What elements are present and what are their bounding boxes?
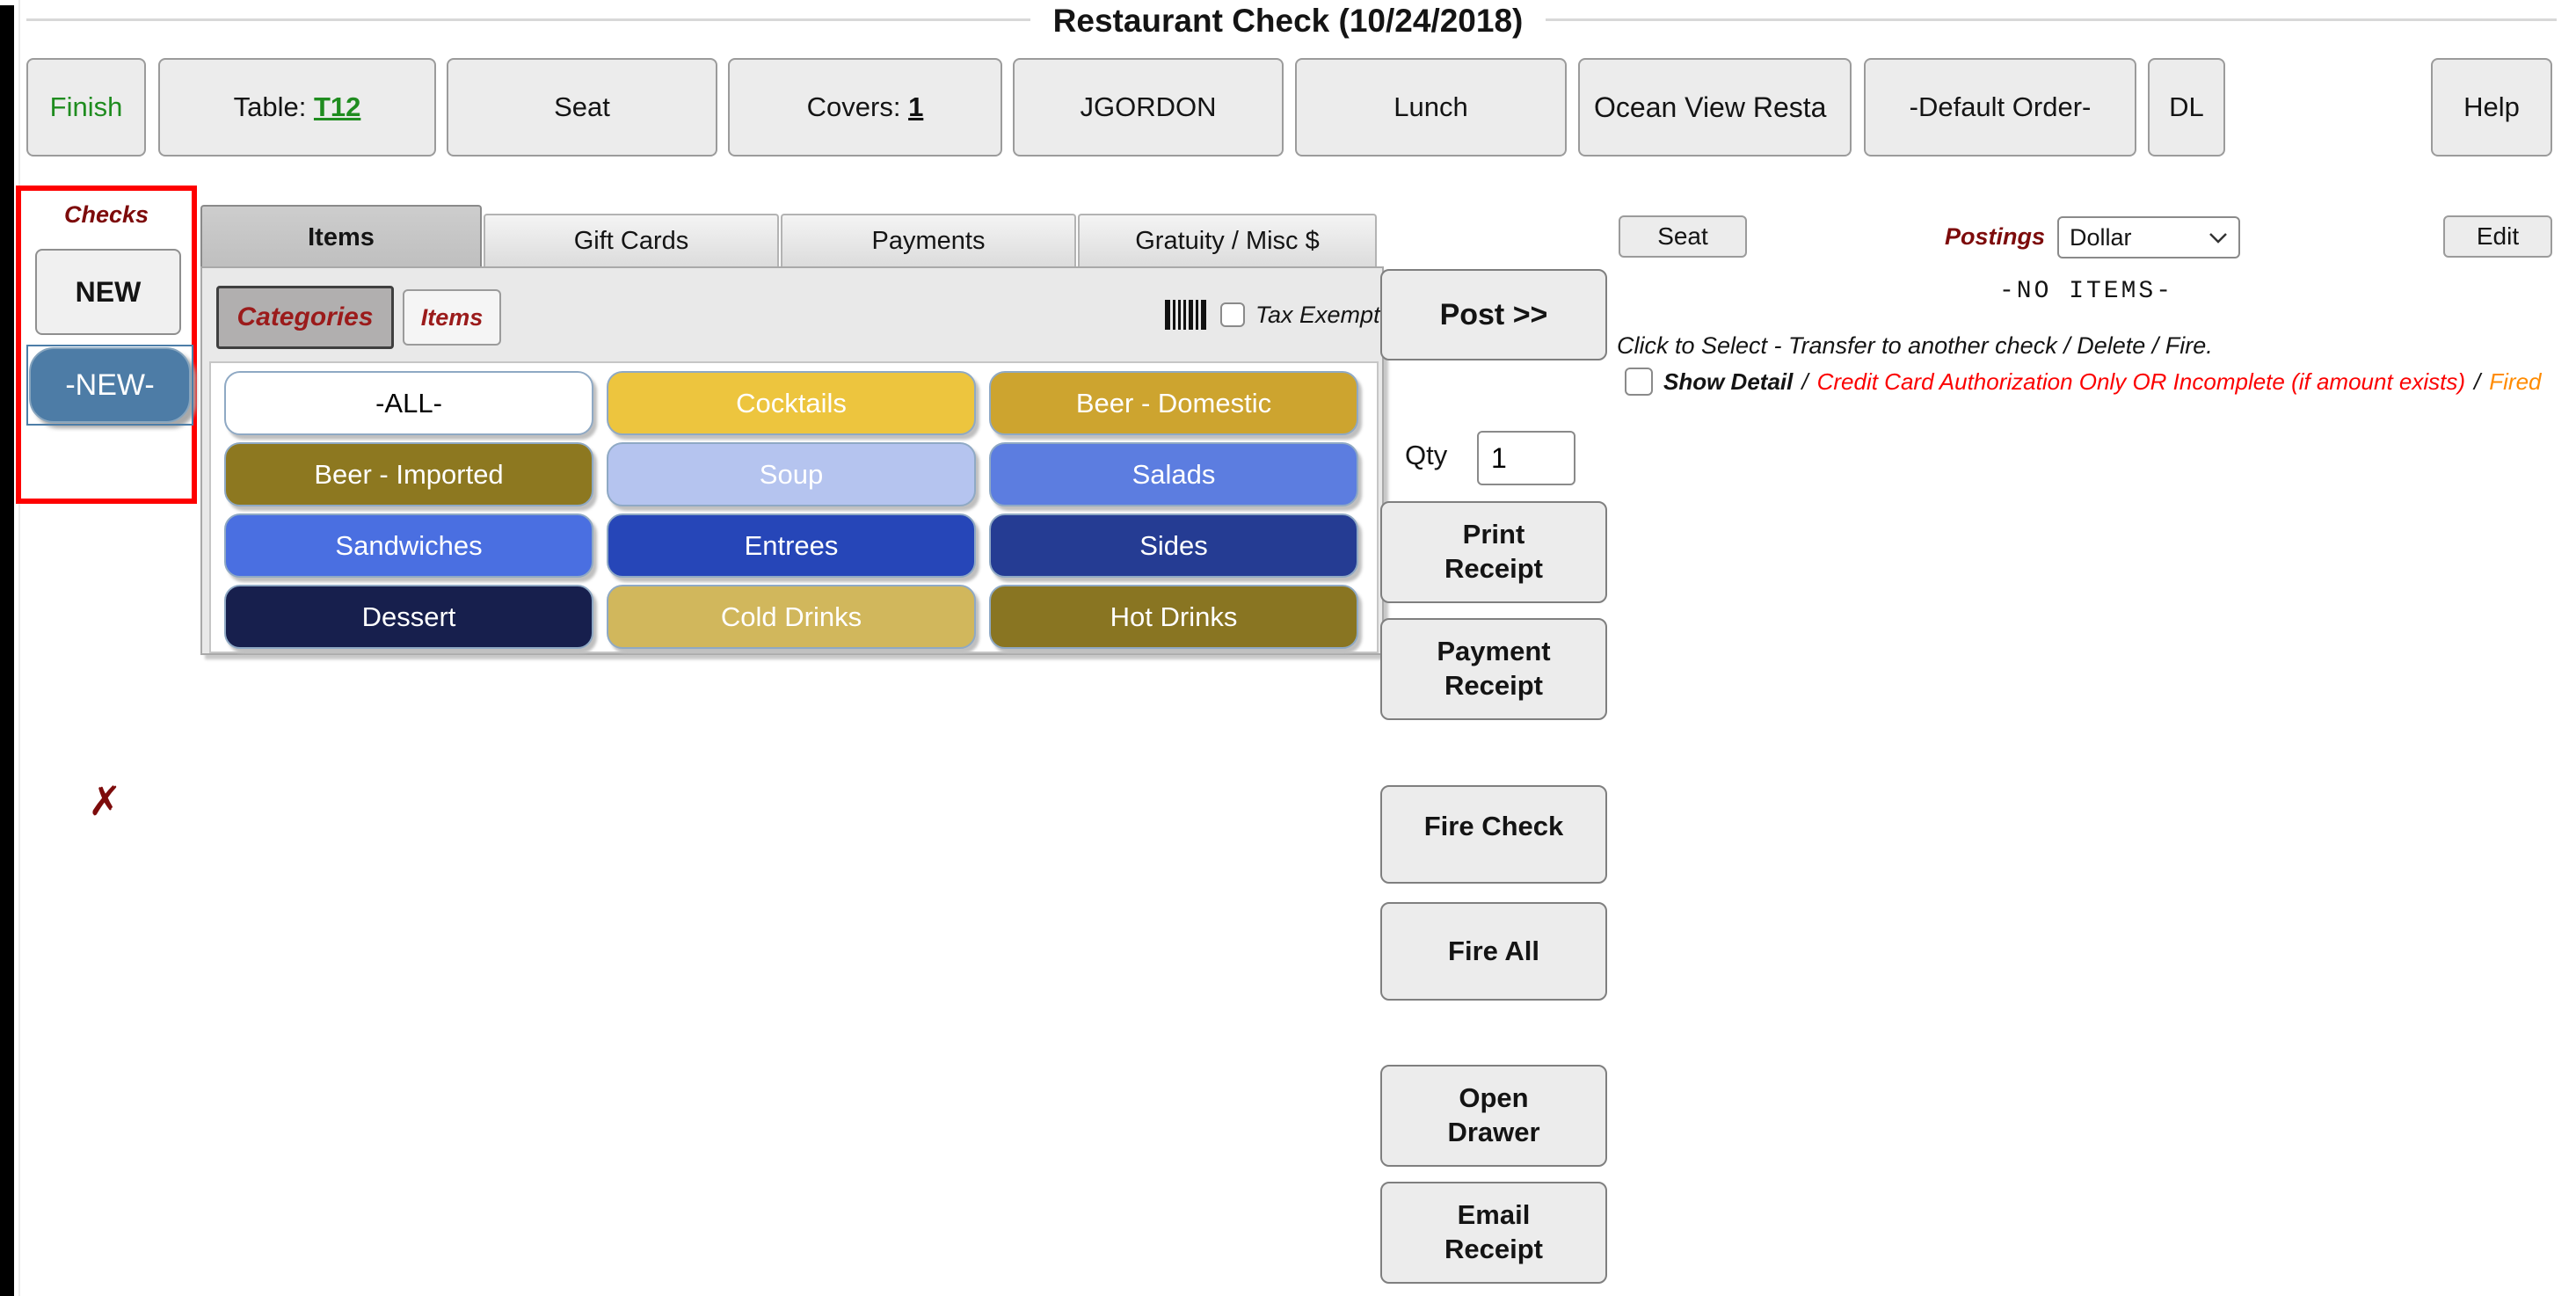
payment-receipt-button[interactable]: Payment Receipt [1380, 618, 1607, 720]
category-button-hot-drinks[interactable]: Hot Drinks [989, 585, 1358, 649]
categories-toggle-button[interactable]: Categories [216, 286, 394, 349]
help-button[interactable]: Help [2431, 58, 2552, 157]
finish-label: Finish [49, 91, 123, 122]
category-button-cocktails[interactable]: Cocktails [607, 371, 976, 435]
edit-button[interactable]: Edit [2443, 215, 2552, 258]
tax-exempt-label: Tax Exempt [1255, 302, 1380, 328]
category-button-sides[interactable]: Sides [989, 513, 1358, 578]
detail-legend-row: Show Detail / Credit Card Authorization … [1625, 368, 2542, 396]
category-button-entrees[interactable]: Entrees [607, 513, 976, 578]
barcode-icon[interactable] [1165, 300, 1207, 330]
legend-fired: Fired [2489, 368, 2542, 395]
table-button[interactable]: Table: T12 [158, 58, 436, 157]
tab-gratuity-misc[interactable]: Gratuity / Misc $ [1078, 214, 1377, 266]
category-button-beer-domestic[interactable]: Beer - Domestic [989, 371, 1358, 435]
delete-x-icon[interactable]: ✗ [88, 781, 122, 821]
table-prefix: Table: [233, 91, 314, 122]
seat-button[interactable]: Seat [447, 58, 717, 157]
checks-panel-title: Checks [63, 201, 149, 228]
tax-exempt-checkbox[interactable] [1220, 302, 1245, 327]
items-tab-panel: Categories Items Tax Exempt -ALL- Cockta… [200, 266, 1384, 655]
order-type-button[interactable]: -Default Order- [1864, 58, 2136, 157]
show-detail-label: Show Detail [1663, 368, 1794, 395]
postings-selected-value: Dollar [2070, 223, 2132, 251]
legend-separator: / [1801, 368, 1808, 395]
fire-check-button[interactable]: Fire Check [1380, 785, 1607, 884]
legend-credit-warning: Credit Card Authorization Only OR Incomp… [1816, 368, 2466, 395]
category-button-beer-imported[interactable]: Beer - Imported [224, 442, 593, 506]
category-button-soup[interactable]: Soup [607, 442, 976, 506]
category-button-salads[interactable]: Salads [989, 442, 1358, 506]
postings-currency-select[interactable]: Dollar [2057, 216, 2240, 258]
server-button[interactable]: JGORDON [1013, 58, 1284, 157]
fire-all-button[interactable]: Fire All [1380, 902, 1607, 1001]
meal-period-button[interactable]: Lunch [1295, 58, 1567, 157]
chevron-down-icon [2209, 232, 2227, 244]
category-button-sandwiches[interactable]: Sandwiches [224, 513, 593, 578]
print-receipt-button[interactable]: Print Receipt [1380, 501, 1607, 603]
dl-button[interactable]: DL [2148, 58, 2225, 157]
qty-label: Qty [1405, 440, 1448, 470]
open-drawer-button[interactable]: Open Drawer [1380, 1065, 1607, 1167]
new-check-button[interactable]: NEW [35, 249, 181, 335]
category-button-all[interactable]: -ALL- [224, 371, 593, 435]
detail-seat-button[interactable]: Seat [1619, 215, 1747, 258]
page-title: Restaurant Check (10/24/2018) [0, 0, 2576, 46]
category-button-cold-drinks[interactable]: Cold Drinks [607, 585, 976, 649]
category-grid: -ALL- Cocktails Beer - Domestic Beer - I… [209, 361, 1379, 653]
covers-button[interactable]: Covers: 1 [728, 58, 1002, 157]
selected-check-button[interactable]: -NEW- [26, 345, 193, 426]
qty-input[interactable] [1477, 431, 1575, 485]
covers-prefix: Covers: [806, 91, 909, 122]
tab-items[interactable]: Items [200, 205, 482, 268]
items-toggle-button[interactable]: Items [403, 289, 501, 346]
category-button-dessert[interactable]: Dessert [224, 585, 593, 649]
tab-gift-cards[interactable]: Gift Cards [484, 214, 779, 266]
covers-value: 1 [908, 91, 924, 122]
restaurant-button[interactable]: Ocean View Resta [1578, 58, 1852, 157]
checks-panel: Checks NEW -NEW- [16, 186, 197, 504]
email-receipt-button[interactable]: Email Receipt [1380, 1182, 1607, 1284]
tab-payments[interactable]: Payments [781, 214, 1076, 266]
window-edge-strip [0, 5, 14, 1296]
table-value: T12 [313, 91, 361, 122]
show-detail-checkbox[interactable] [1625, 368, 1653, 396]
finish-button[interactable]: Finish [26, 58, 146, 157]
post-button[interactable]: Post >> [1380, 269, 1607, 360]
empty-check-message: -NO ITEMS- [1998, 278, 2174, 305]
postings-label: Postings [1945, 223, 2046, 250]
legend-separator: / [2474, 368, 2481, 395]
select-hint-text: Click to Select - Transfer to another ch… [1617, 332, 2213, 359]
